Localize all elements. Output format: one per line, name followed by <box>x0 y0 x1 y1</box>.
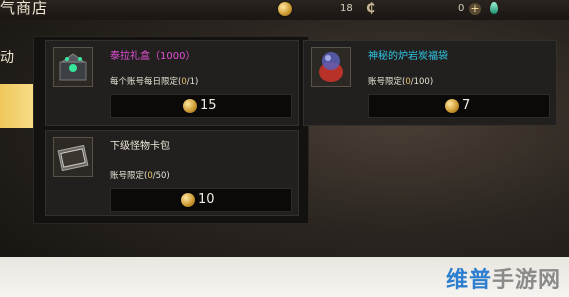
product-card-lucky-bag[interactable]: 神秘的炉岩炭福袋 账号限定(0/100) 7 <box>303 40 557 126</box>
watermark-highlight: 维普 <box>445 268 492 293</box>
limit-prefix: 每个账号每日限定( <box>110 77 182 87</box>
sidebar-item-event[interactable]: 动 <box>0 47 14 67</box>
card-pack-icon <box>53 137 93 177</box>
gold-coin-icon <box>278 2 292 16</box>
add-currency-plus-icon[interactable]: + <box>469 3 481 15</box>
price-button[interactable]: 7 <box>368 94 550 118</box>
price-button[interactable]: 15 <box>110 94 292 118</box>
product-name: 下级怪物卡包 <box>110 141 170 152</box>
gold-coin-icon <box>445 99 459 113</box>
shop-title: 气商店 <box>0 0 49 17</box>
gift-box-icon <box>53 47 93 87</box>
price-button[interactable]: 10 <box>110 188 292 212</box>
gold-currency: 18 <box>278 2 358 16</box>
purchase-limit: 每个账号每日限定(0/1) <box>110 75 198 87</box>
lucky-bag-icon <box>311 47 351 87</box>
gold-coin-icon <box>181 193 195 207</box>
limit-prefix: 账号限定( <box>110 171 148 181</box>
product-card-gift-box[interactable]: 泰拉礼盒（1000） 每个账号每日限定(0/1) 15 <box>45 40 299 126</box>
purchase-limit: 账号限定(0/100) <box>368 75 433 87</box>
top-bar: 气商店 18 ₵ 0 + <box>0 0 569 20</box>
gold-coin-icon <box>183 99 197 113</box>
product-price: 7 <box>462 98 471 113</box>
purchase-limit: 账号限定(0/50) <box>110 169 170 181</box>
limit-suffix: /100) <box>410 77 434 87</box>
c-currency-icon: ₵ <box>366 1 376 16</box>
watermark: 维普手游网 <box>446 262 561 294</box>
sidebar-item-active[interactable] <box>0 84 33 128</box>
gem-currency <box>488 2 518 16</box>
c-currency-amount: 0 <box>458 3 465 14</box>
gem-icon <box>490 2 498 14</box>
product-name: 泰拉礼盒（1000） <box>110 51 196 62</box>
product-card-card-pack[interactable]: 下级怪物卡包 账号限定(0/50) 10 <box>45 130 299 216</box>
gold-amount: 18 <box>340 3 353 14</box>
limit-prefix: 账号限定( <box>368 77 406 87</box>
product-name: 神秘的炉岩炭福袋 <box>368 51 448 62</box>
watermark-rest: 手游网 <box>491 268 561 293</box>
c-currency: ₵ 0 + <box>366 1 486 16</box>
product-price: 15 <box>200 98 217 113</box>
limit-suffix: /1) <box>186 77 199 87</box>
limit-suffix: /50) <box>152 171 170 181</box>
product-price: 10 <box>198 192 215 207</box>
